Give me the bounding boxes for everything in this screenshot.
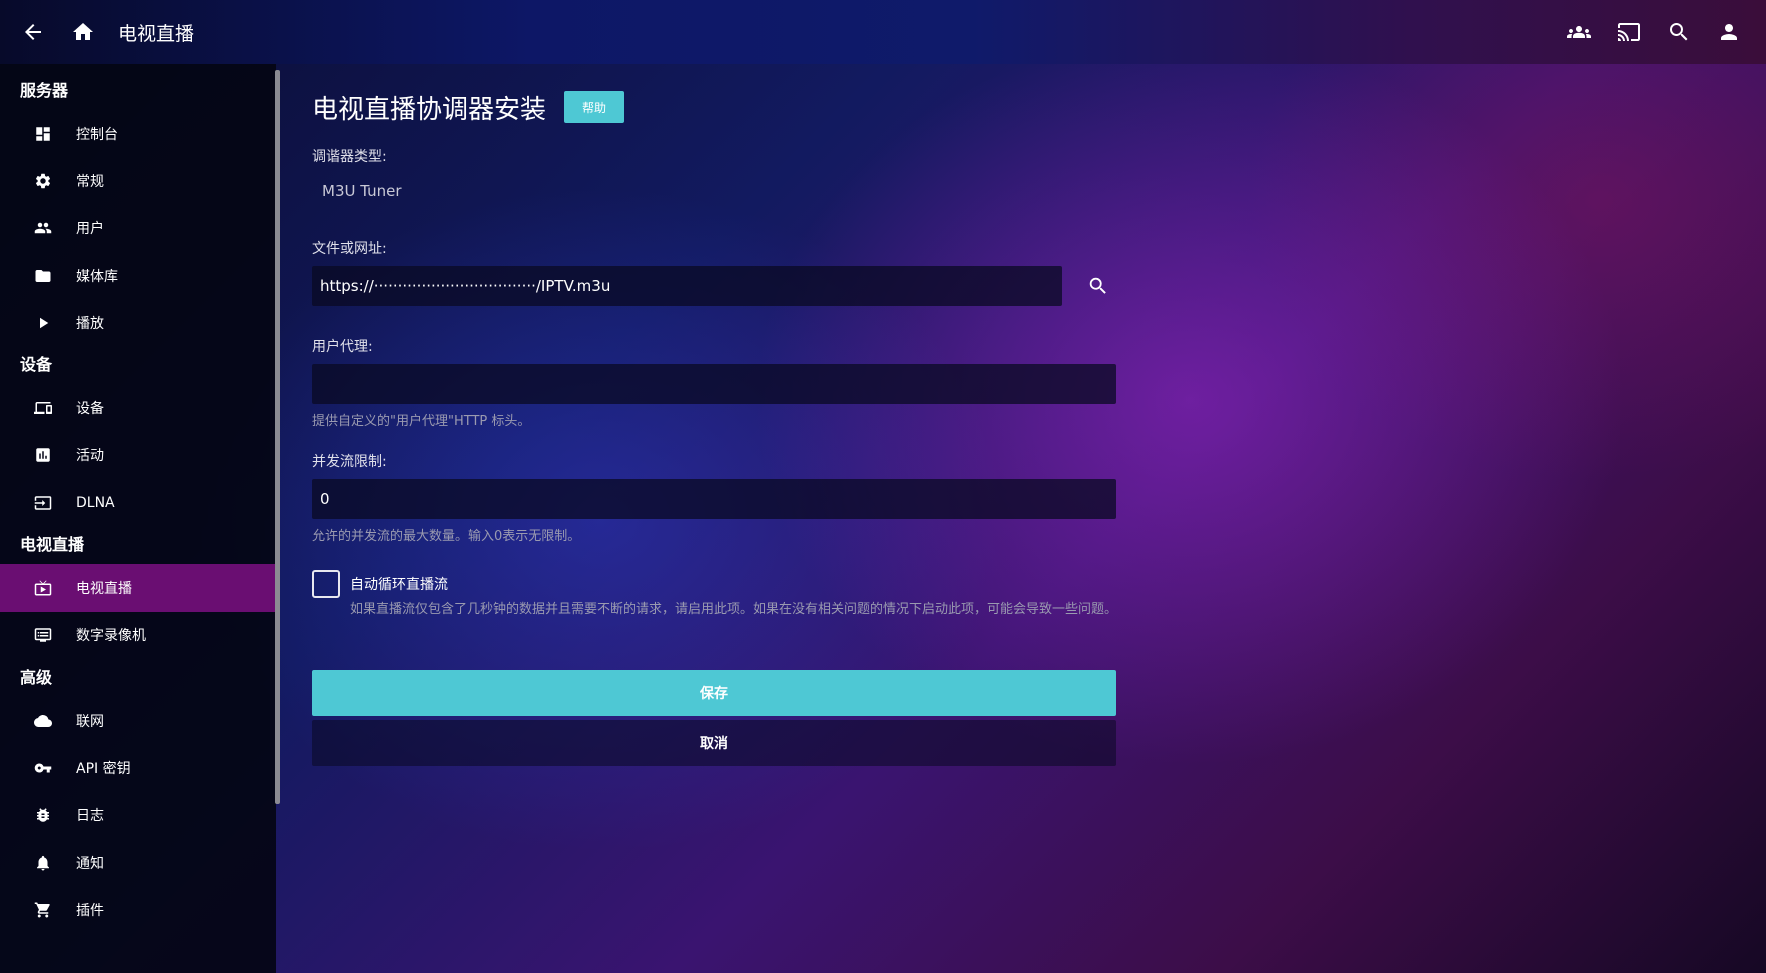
- dvr-icon: [34, 626, 52, 644]
- dashboard-icon: [34, 125, 52, 143]
- folder-icon: [34, 267, 52, 285]
- user-agent-input[interactable]: [312, 364, 1116, 404]
- sidebar-section-advanced: 高级: [20, 667, 53, 687]
- user-icon[interactable]: [1704, 0, 1754, 64]
- key-icon: [34, 759, 52, 777]
- sidebar-item-api-keys[interactable]: API 密钥: [0, 744, 276, 791]
- app-header: 电视直播: [0, 0, 1766, 64]
- tuner-type-label: 调谐器类型:: [312, 149, 387, 165]
- auto-loop-hint: 如果直播流仅包含了几秒钟的数据并且需要不断的请求，请启用此项。如果在没有相关问题…: [350, 602, 1118, 617]
- users-icon[interactable]: [1554, 0, 1604, 64]
- page-title: 电视直播协调器安装: [312, 94, 547, 125]
- sidebar-item-activity[interactable]: 活动: [0, 432, 276, 479]
- sidebar-item-label: 联网: [76, 713, 104, 730]
- user-agent-label: 用户代理:: [312, 339, 373, 355]
- sidebar-item-label: 用户: [76, 221, 104, 238]
- sidebar-item-logs[interactable]: 日志: [0, 792, 276, 839]
- sidebar-item-dashboard[interactable]: 控制台: [0, 110, 276, 157]
- sidebar-item-plugins[interactable]: 插件: [0, 886, 276, 933]
- sidebar-item-label: 控制台: [76, 126, 118, 143]
- sidebar-item-label: 播放: [76, 315, 104, 332]
- sidebar-item-dlna[interactable]: DLNA: [0, 479, 276, 526]
- sidebar-section-livetv: 电视直播: [20, 535, 85, 555]
- sidebar-item-label: 电视直播: [76, 581, 132, 598]
- header-title: 电视直播: [118, 22, 195, 45]
- home-icon[interactable]: [58, 0, 108, 64]
- sidebar-item-devices[interactable]: 设备: [0, 384, 276, 431]
- sidebar-item-dvr[interactable]: 数字录像机: [0, 612, 276, 659]
- sidebar-item-label: DLNA: [76, 494, 115, 511]
- search-icon[interactable]: [1078, 266, 1118, 306]
- stream-limit-label: 并发流限制:: [312, 454, 387, 470]
- sidebar-item-livetv[interactable]: 电视直播: [0, 564, 276, 612]
- sidebar-section-server: 服务器: [20, 81, 69, 100]
- sidebar-item-label: 通知: [76, 855, 104, 872]
- cart-icon: [34, 901, 52, 919]
- sidebar-item-general[interactable]: 常规: [0, 157, 276, 204]
- back-arrow-icon[interactable]: [8, 0, 58, 64]
- stream-limit-hint: 允许的并发流的最大数量。输入0表示无限制。: [312, 529, 581, 544]
- sidebar-item-users[interactable]: 用户: [0, 205, 276, 252]
- devices-icon: [34, 399, 52, 417]
- sidebar-item-label: API 密钥: [76, 760, 131, 777]
- auto-loop-checkbox[interactable]: [312, 570, 340, 598]
- file-url-label: 文件或网址:: [312, 241, 387, 257]
- bell-icon: [34, 854, 52, 872]
- search-icon[interactable]: [1654, 0, 1704, 64]
- play-icon: [34, 314, 52, 332]
- settings-gear-icon: [34, 172, 52, 190]
- input-icon: [34, 494, 52, 512]
- sidebar-item-label: 活动: [76, 448, 104, 465]
- main-content: 电视直播协调器安装 帮助 调谐器类型: M3U Tuner 文件或网址: htt…: [312, 84, 1132, 766]
- cancel-button[interactable]: 取消: [312, 720, 1116, 766]
- stream-limit-input[interactable]: 0: [312, 479, 1116, 519]
- help-button[interactable]: 帮助: [564, 91, 625, 123]
- chart-icon: [34, 446, 52, 464]
- cloud-icon: [34, 712, 52, 730]
- cast-icon[interactable]: [1604, 0, 1654, 64]
- sidebar-item-label: 日志: [76, 808, 104, 825]
- sidebar-section-devices: 设备: [20, 355, 53, 375]
- sidebar-item-label: 媒体库: [76, 268, 118, 285]
- live-tv-icon: [34, 579, 52, 597]
- sidebar-item-networking[interactable]: 联网: [0, 697, 276, 744]
- bug-icon: [34, 806, 52, 824]
- sidebar-item-library[interactable]: 媒体库: [0, 252, 276, 299]
- sidebar-scrollbar[interactable]: [275, 70, 280, 804]
- sidebar-item-playback[interactable]: 播放: [0, 299, 276, 346]
- sidebar-item-label: 插件: [76, 902, 104, 919]
- sidebar-item-notifications[interactable]: 通知: [0, 839, 276, 886]
- people-icon: [34, 219, 52, 237]
- tuner-type-value: M3U Tuner: [322, 182, 402, 200]
- sidebar-item-label: 常规: [76, 173, 104, 190]
- auto-loop-label: 自动循环直播流: [350, 577, 448, 593]
- sidebar-item-label: 设备: [76, 401, 104, 418]
- user-agent-hint: 提供自定义的"用户代理"HTTP 标头。: [312, 414, 531, 429]
- file-url-input[interactable]: https://································…: [312, 266, 1062, 306]
- sidebar-item-label: 数字录像机: [76, 628, 146, 645]
- sidebar: 服务器 控制台 常规 用户 媒体库 播放 设备 设备 活动 DLNA 电视直播 …: [0, 64, 276, 973]
- save-button[interactable]: 保存: [312, 670, 1116, 716]
